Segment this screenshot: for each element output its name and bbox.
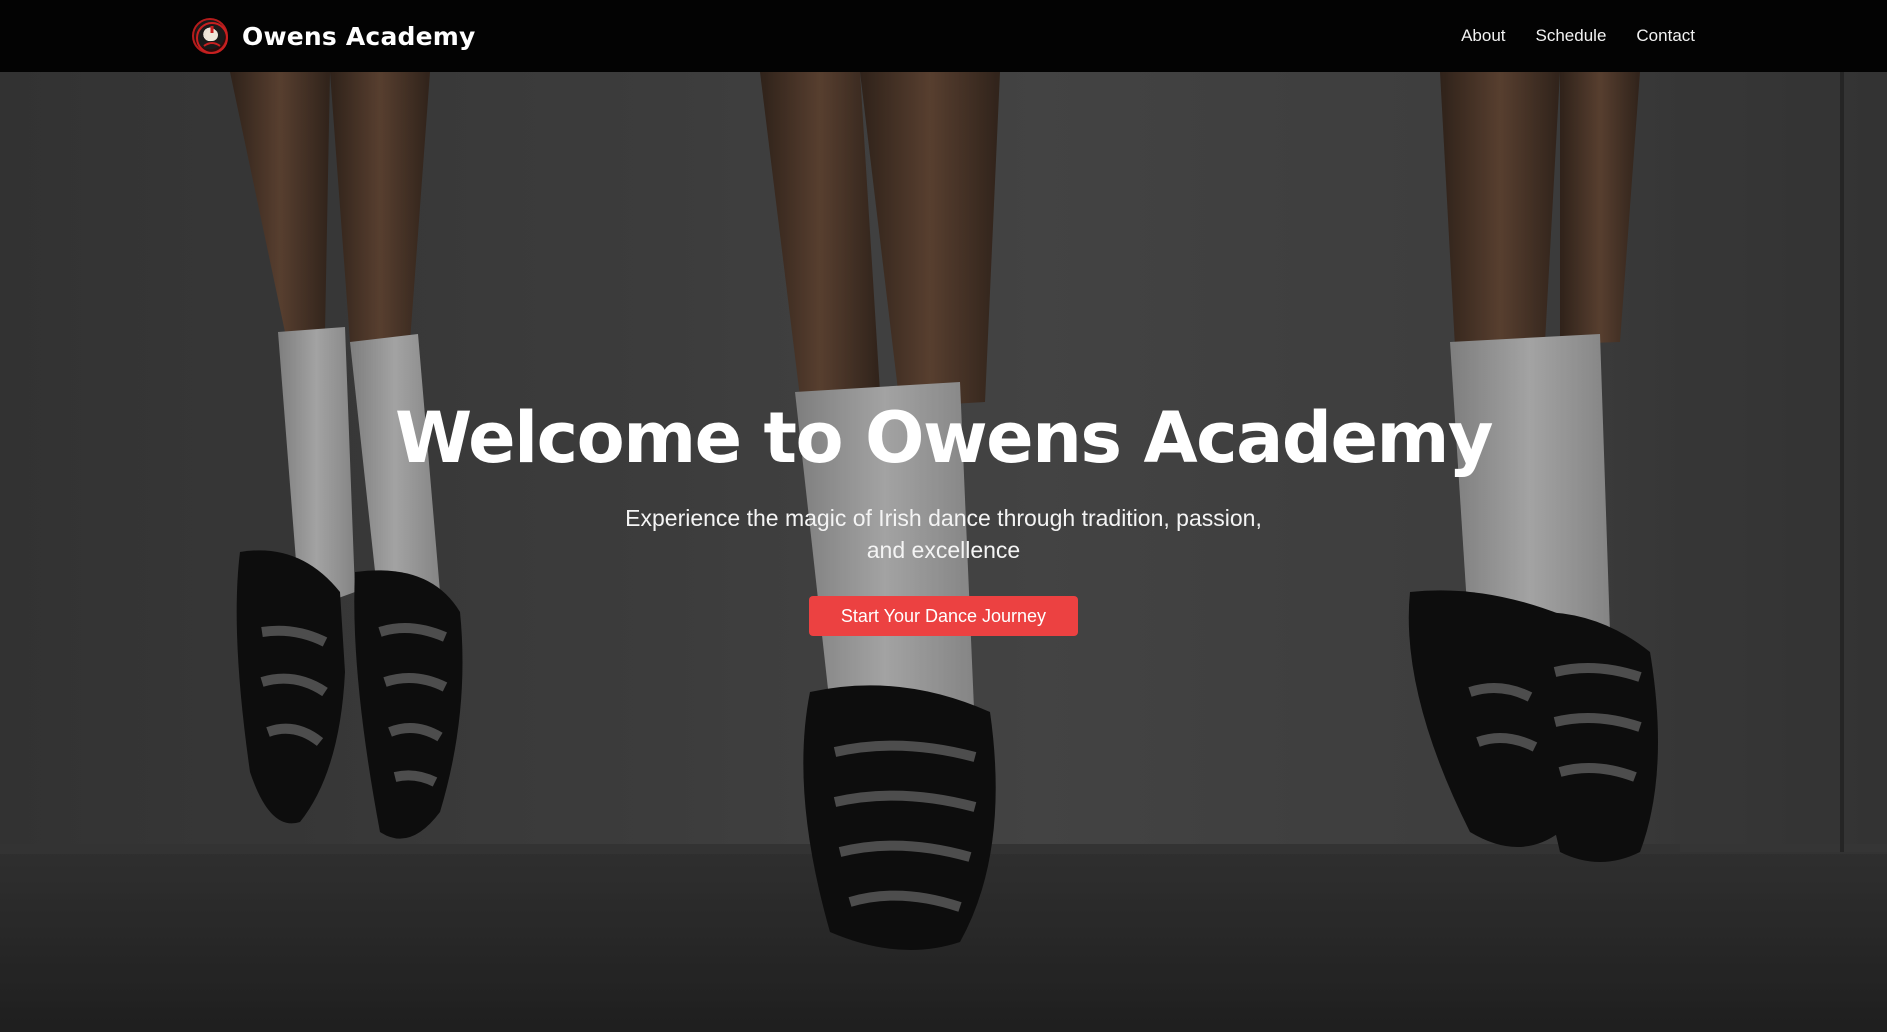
hero-content: Welcome to Owens Academy Experience the …: [0, 396, 1887, 636]
nav-link-about[interactable]: About: [1461, 26, 1505, 46]
nav-link-contact[interactable]: Contact: [1636, 26, 1695, 46]
nav-links: About Schedule Contact: [1461, 0, 1695, 72]
brand-home-link[interactable]: Owens Academy: [192, 16, 476, 56]
academy-logo-icon: [192, 18, 228, 54]
hero-title: Welcome to Owens Academy: [394, 397, 1494, 479]
nav-link-schedule[interactable]: Schedule: [1536, 26, 1607, 46]
navbar: Owens Academy About Schedule Contact: [0, 0, 1887, 72]
start-dance-journey-button[interactable]: Start Your Dance Journey: [808, 596, 1079, 636]
hero-section: Welcome to Owens Academy Experience the …: [0, 72, 1887, 1032]
brand-name: Owens Academy: [242, 21, 476, 51]
hero-subtitle: Experience the magic of Irish dance thro…: [625, 505, 1262, 563]
